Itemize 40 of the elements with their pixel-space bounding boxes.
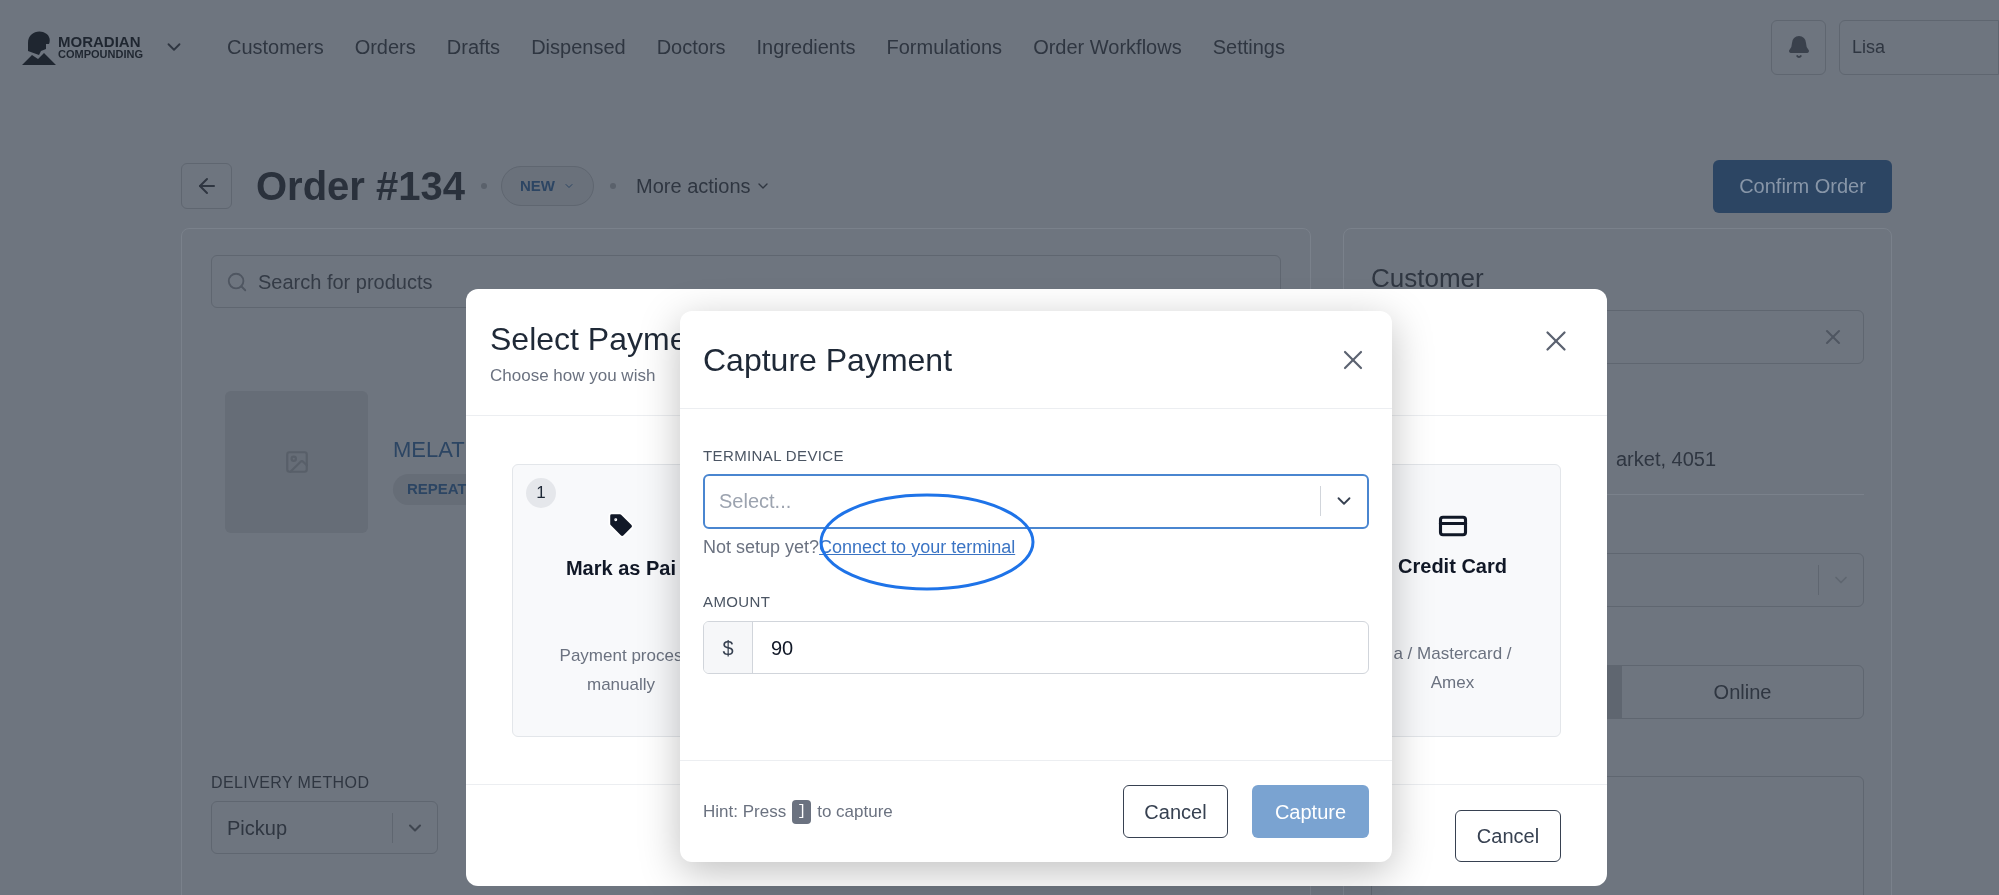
logo-wordmark: COMPOUNDING [58,49,143,60]
dialog-title: Capture Payment [703,340,952,380]
currency-addon: $ [704,622,753,673]
cancel-button[interactable]: Cancel [1123,785,1228,838]
method-description: manually [586,674,655,696]
nav-link[interactable]: Ingredients [756,32,856,62]
cancel-button[interactable]: Cancel [1455,810,1561,862]
amount-field[interactable]: $ 90 [703,621,1369,674]
method-description: Amex [1430,672,1475,694]
customer-address: arket, 4051 [1616,447,1718,472]
terminal-select[interactable]: Select... [703,473,1369,529]
nav-link[interactable]: Customers [226,32,324,62]
hint-text: Hint: Press [703,800,787,823]
method-title: Credit Card [1398,554,1507,579]
dialog-subtitle: Choose how you wish [490,365,657,387]
field-label: AMOUNT [703,591,772,612]
product-name: MELAT [393,436,465,464]
step-number: 1 [526,478,556,508]
order-title: Order #134 [256,163,466,210]
method-title: Mark as Pai [565,556,677,581]
key-cap: ] [792,799,812,824]
nav-link[interactable]: Dispensed [531,32,626,62]
method-description: a / Mastercard / [1393,643,1512,665]
hint-text: to capture [817,800,893,823]
field-label: TERMINAL DEVICE [703,446,845,466]
nav-link[interactable]: Formulations [886,32,1003,62]
user-field[interactable]: Lisa [1839,19,1999,75]
confirm-order-button[interactable]: Confirm Order [1713,159,1892,213]
nav-link[interactable]: Order Workflows [1033,32,1182,62]
nav-link[interactable]: Orders [354,32,416,62]
customer-heading: Customer [1371,262,1485,295]
status-dropdown[interactable]: NEW [501,166,595,206]
delivery-method-label: DELIVERY METHOD [211,773,371,793]
nav-link[interactable]: Drafts [446,32,501,62]
nav-link[interactable]: Settings [1212,32,1285,62]
online-toggle[interactable]: Online [1622,666,1863,718]
more-actions-button[interactable]: More actions [636,171,771,201]
delivery-method-select[interactable]: Pickup [211,801,438,854]
logo-wordmark: MORADIAN [58,34,142,49]
nav-link[interactable]: Doctors [656,32,726,62]
